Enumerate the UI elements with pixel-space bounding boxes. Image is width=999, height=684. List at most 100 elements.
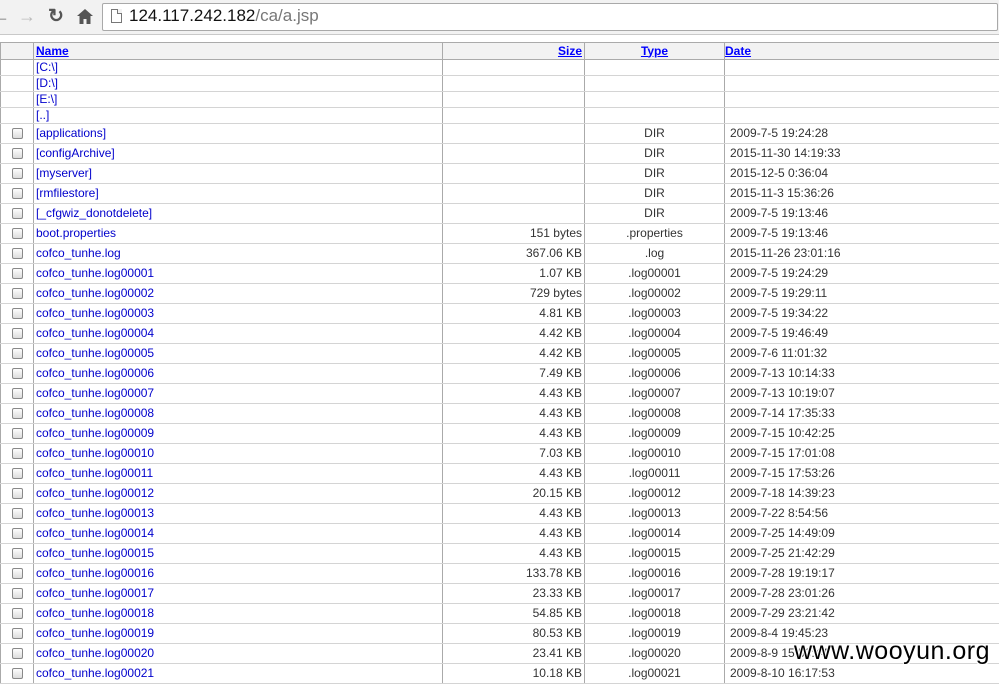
row-checkbox[interactable] bbox=[12, 368, 23, 379]
name-cell: cofco_tunhe.log00004 bbox=[34, 324, 443, 344]
file-link[interactable]: cofco_tunhe.log00012 bbox=[36, 486, 154, 500]
file-link[interactable]: [rmfilestore] bbox=[36, 186, 99, 200]
row-select-empty bbox=[1, 60, 34, 76]
row-checkbox[interactable] bbox=[12, 608, 23, 619]
row-checkbox[interactable] bbox=[12, 488, 23, 499]
table-row: cofco_tunhe.log000134.43 KB.log000132009… bbox=[1, 504, 999, 524]
file-link[interactable]: cofco_tunhe.log00008 bbox=[36, 406, 154, 420]
drive-link[interactable]: [D:\] bbox=[36, 76, 58, 90]
date-cell: 2009-7-5 19:24:29 bbox=[725, 264, 999, 284]
row-checkbox[interactable] bbox=[12, 148, 23, 159]
row-checkbox[interactable] bbox=[12, 348, 23, 359]
row-checkbox[interactable] bbox=[12, 188, 23, 199]
file-link[interactable]: cofco_tunhe.log00021 bbox=[36, 666, 154, 680]
drive-row: [C:\] bbox=[1, 60, 999, 76]
type-cell: DIR bbox=[585, 124, 725, 144]
file-link[interactable]: cofco_tunhe.log00006 bbox=[36, 366, 154, 380]
row-checkbox[interactable] bbox=[12, 328, 23, 339]
table-row: boot.properties151 bytes.properties2009-… bbox=[1, 224, 999, 244]
file-link[interactable]: boot.properties bbox=[36, 226, 116, 240]
row-select-empty bbox=[1, 92, 34, 108]
name-cell: cofco_tunhe.log00005 bbox=[34, 344, 443, 364]
row-checkbox[interactable] bbox=[12, 428, 23, 439]
drive-row: [..] bbox=[1, 108, 999, 124]
file-link[interactable]: cofco_tunhe.log00017 bbox=[36, 586, 154, 600]
file-link[interactable]: [myserver] bbox=[36, 166, 92, 180]
file-link[interactable]: cofco_tunhe.log00015 bbox=[36, 546, 154, 560]
arrow-right-icon[interactable]: → bbox=[18, 5, 36, 27]
home-icon[interactable] bbox=[74, 5, 96, 27]
header-size[interactable]: Size bbox=[443, 43, 585, 60]
row-checkbox[interactable] bbox=[12, 448, 23, 459]
file-link[interactable]: cofco_tunhe.log00002 bbox=[36, 286, 154, 300]
drive-link[interactable]: [E:\] bbox=[36, 92, 57, 106]
file-link[interactable]: cofco_tunhe.log00018 bbox=[36, 606, 154, 620]
row-checkbox[interactable] bbox=[12, 288, 23, 299]
type-cell: DIR bbox=[585, 204, 725, 224]
type-cell bbox=[585, 76, 725, 92]
row-checkbox[interactable] bbox=[12, 308, 23, 319]
file-link[interactable]: cofco_tunhe.log00005 bbox=[36, 346, 154, 360]
file-link[interactable]: cofco_tunhe.log00013 bbox=[36, 506, 154, 520]
row-checkbox[interactable] bbox=[12, 408, 23, 419]
file-link[interactable]: cofco_tunhe.log00007 bbox=[36, 386, 154, 400]
file-link[interactable]: cofco_tunhe.log00003 bbox=[36, 306, 154, 320]
file-link[interactable]: cofco_tunhe.log bbox=[36, 246, 121, 260]
type-cell: .log00004 bbox=[585, 324, 725, 344]
row-checkbox[interactable] bbox=[12, 468, 23, 479]
drive-link[interactable]: [..] bbox=[36, 108, 49, 122]
row-checkbox[interactable] bbox=[12, 668, 23, 679]
file-link[interactable]: cofco_tunhe.log00020 bbox=[36, 646, 154, 660]
row-select-cell bbox=[1, 164, 34, 184]
file-link[interactable]: cofco_tunhe.log00009 bbox=[36, 426, 154, 440]
type-cell: .log00018 bbox=[585, 604, 725, 624]
header-name[interactable]: Name bbox=[34, 43, 443, 60]
row-checkbox[interactable] bbox=[12, 268, 23, 279]
header-date[interactable]: Date bbox=[725, 43, 999, 60]
file-link[interactable]: cofco_tunhe.log00001 bbox=[36, 266, 154, 280]
row-checkbox[interactable] bbox=[12, 208, 23, 219]
reload-icon[interactable]: ↻ bbox=[45, 5, 67, 27]
type-cell: .log00013 bbox=[585, 504, 725, 524]
type-cell: .log00001 bbox=[585, 264, 725, 284]
table-row: [configArchive]DIR2015-11-30 14:19:33 bbox=[1, 144, 999, 164]
file-link[interactable]: [_cfgwiz_donotdelete] bbox=[36, 206, 152, 220]
name-cell: cofco_tunhe.log00010 bbox=[34, 444, 443, 464]
table-row: cofco_tunhe.log000011.07 KB.log000012009… bbox=[1, 264, 999, 284]
row-checkbox[interactable] bbox=[12, 168, 23, 179]
file-link[interactable]: cofco_tunhe.log00019 bbox=[36, 626, 154, 640]
drive-link[interactable]: [C:\] bbox=[36, 60, 58, 74]
table-row: cofco_tunhe.log0002110.18 KB.log00021200… bbox=[1, 664, 999, 684]
row-checkbox[interactable] bbox=[12, 568, 23, 579]
row-select-cell bbox=[1, 524, 34, 544]
table-row: [_cfgwiz_donotdelete]DIR2009-7-5 19:13:4… bbox=[1, 204, 999, 224]
header-type[interactable]: Type bbox=[585, 43, 725, 60]
name-cell: cofco_tunhe.log00019 bbox=[34, 624, 443, 644]
row-checkbox[interactable] bbox=[12, 648, 23, 659]
row-checkbox[interactable] bbox=[12, 248, 23, 259]
row-checkbox[interactable] bbox=[12, 388, 23, 399]
file-link[interactable]: [configArchive] bbox=[36, 146, 115, 160]
file-link[interactable]: [applications] bbox=[36, 126, 106, 140]
row-checkbox[interactable] bbox=[12, 548, 23, 559]
row-checkbox[interactable] bbox=[12, 588, 23, 599]
row-checkbox[interactable] bbox=[12, 628, 23, 639]
file-link[interactable]: cofco_tunhe.log00010 bbox=[36, 446, 154, 460]
file-link[interactable]: cofco_tunhe.log00004 bbox=[36, 326, 154, 340]
row-checkbox[interactable] bbox=[12, 528, 23, 539]
file-link[interactable]: cofco_tunhe.log00014 bbox=[36, 526, 154, 540]
size-cell: 7.49 KB bbox=[443, 364, 585, 384]
row-checkbox[interactable] bbox=[12, 228, 23, 239]
arrow-left-icon[interactable]: ← bbox=[0, 5, 8, 27]
name-cell: cofco_tunhe.log bbox=[34, 244, 443, 264]
url-text[interactable]: 124.117.242.182/ca/a.jsp bbox=[129, 6, 319, 26]
date-cell: 2009-7-18 14:39:23 bbox=[725, 484, 999, 504]
file-link[interactable]: cofco_tunhe.log00016 bbox=[36, 566, 154, 580]
row-checkbox[interactable] bbox=[12, 508, 23, 519]
row-select-cell bbox=[1, 344, 34, 364]
type-cell: .log00005 bbox=[585, 344, 725, 364]
address-bar[interactable]: 124.117.242.182/ca/a.jsp bbox=[102, 3, 998, 31]
row-checkbox[interactable] bbox=[12, 128, 23, 139]
size-cell: 4.43 KB bbox=[443, 424, 585, 444]
file-link[interactable]: cofco_tunhe.log00011 bbox=[36, 466, 153, 480]
